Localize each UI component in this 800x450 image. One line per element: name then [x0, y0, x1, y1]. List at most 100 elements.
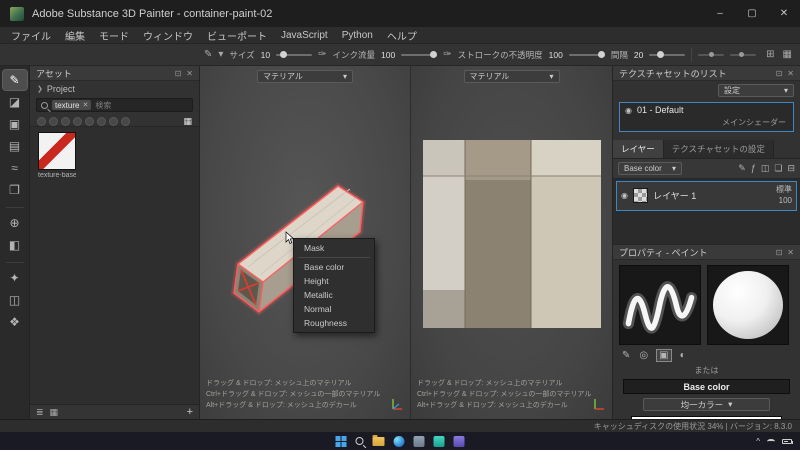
filter-brushes-icon[interactable] [85, 117, 94, 126]
quick-mask-tool-button[interactable]: ❖ [3, 312, 27, 332]
tray-chevron-icon[interactable]: ^ [756, 437, 760, 446]
menu-window[interactable]: ウィンドウ [136, 28, 200, 43]
layer-opacity[interactable]: 100 [779, 196, 792, 205]
minimize-button[interactable]: – [704, 0, 736, 27]
tab-layers[interactable]: レイヤー [613, 140, 664, 158]
menu-javascript[interactable]: JavaScript [274, 30, 335, 41]
float-panel-icon[interactable]: ⊡ [776, 69, 783, 78]
filter-all-icon[interactable] [37, 117, 46, 126]
lazy-mouse-icon[interactable]: ▦ [783, 49, 792, 60]
material-picker-tool-button[interactable]: ⊕ [3, 213, 27, 233]
filter-smart-materials-icon[interactable] [61, 117, 70, 126]
eraser-tool-button[interactable]: ◪ [3, 92, 27, 112]
context-menu-item-normal[interactable]: Normal [294, 302, 374, 316]
menu-viewport[interactable]: ビューポート [200, 28, 274, 43]
layer-blend-mode[interactable]: 標準 [776, 185, 792, 194]
close-panel-icon[interactable]: ✕ [787, 248, 794, 257]
material-settings-icon[interactable]: ◐ [680, 350, 686, 361]
stencil-tool-button[interactable]: ◫ [3, 290, 27, 310]
menu-python[interactable]: Python [335, 30, 380, 41]
close-panel-icon[interactable]: ✕ [787, 69, 794, 78]
geometry-mask-tool-button[interactable]: ◧ [3, 235, 27, 255]
delete-layer-icon[interactable]: ⊟ [787, 163, 795, 174]
visibility-eye-icon[interactable]: ◉ [625, 106, 632, 115]
smudge-tool-button[interactable]: ≈ [3, 158, 27, 178]
angle-slider[interactable] [698, 52, 725, 57]
maximize-button[interactable]: ▢ [736, 0, 768, 27]
thumbnail-view-icon[interactable]: ▦ [50, 407, 59, 418]
base-color-channel-button[interactable]: Base color [623, 379, 790, 394]
windows-start-icon[interactable] [335, 435, 347, 447]
layer-row-selected[interactable]: ◉ レイヤー 1 標準 100 [616, 181, 797, 211]
uv-texture-view[interactable] [423, 140, 601, 328]
edge-browser-icon[interactable] [393, 435, 405, 447]
brush-settings-icon[interactable]: ✎ [622, 350, 630, 361]
battery-icon[interactable] [782, 438, 793, 444]
texture-set-row[interactable]: ◉ 01 - Default [620, 103, 793, 117]
filter-alphas-icon[interactable] [97, 117, 106, 126]
viewport-2d[interactable]: マテリアル ▾ ドラッグ & ドロップ: メッシュ上のマテリアル Ctrl+ドラ… [410, 66, 612, 419]
paint-tool-button[interactable]: ✎ [1, 69, 28, 91]
stroke-opacity-slider[interactable] [568, 51, 605, 58]
context-menu-item-base-color[interactable]: Base color [294, 260, 374, 274]
clone-tool-button[interactable]: ❐ [3, 180, 27, 200]
filter-textures-icon[interactable] [109, 117, 118, 126]
wifi-icon[interactable] [767, 438, 775, 444]
assets-project-row[interactable]: ❯ Project [30, 81, 199, 97]
filter-smart-masks-icon[interactable] [73, 117, 82, 126]
material-sphere-preview[interactable] [707, 265, 789, 345]
asset-item[interactable]: texture-base [38, 132, 76, 179]
chip-clear-icon[interactable]: ✕ [82, 101, 88, 109]
close-button[interactable]: ✕ [768, 0, 800, 27]
add-effect-icon[interactable]: ƒ [751, 163, 756, 174]
add-mask-icon[interactable]: ◫ [761, 163, 770, 174]
context-menu-item-mask[interactable]: Mask [294, 241, 374, 255]
uniform-color-button[interactable]: 均一カラー ▾ [643, 398, 770, 411]
pen-pressure-size-icon[interactable]: ✑ [318, 49, 326, 60]
jitter-slider[interactable] [730, 52, 757, 57]
taskbar-search-icon[interactable] [355, 437, 364, 445]
taskbar-app-icon[interactable] [413, 435, 425, 447]
symmetry-icon[interactable]: ⊞ [766, 49, 774, 60]
polygon-fill-tool-button[interactable]: ▤ [3, 136, 27, 156]
texture-set-settings-dropdown[interactable]: 設定 ▾ [718, 84, 794, 97]
add-paint-layer-icon[interactable]: ✎ [738, 163, 746, 174]
alpha-settings-icon[interactable]: ◎ [639, 350, 648, 361]
flow-slider[interactable] [401, 51, 438, 58]
menu-mode[interactable]: モード [92, 28, 136, 43]
size-slider[interactable] [276, 51, 313, 58]
viewport-3d-display-dropdown[interactable]: マテリアル ▾ [257, 70, 353, 83]
spacing-slider[interactable] [649, 51, 686, 58]
assets-search-input[interactable]: texture ✕ 検索 [36, 98, 193, 112]
taskbar-app-icon[interactable] [453, 435, 465, 447]
menu-help[interactable]: ヘルプ [380, 28, 424, 43]
file-explorer-icon[interactable] [372, 434, 385, 446]
filter-environments-icon[interactable] [121, 117, 130, 126]
asset-thumbnail-texture-base[interactable] [38, 132, 76, 170]
channel-filter-dropdown[interactable]: Base color ▾ [618, 162, 682, 175]
pen-pressure-flow-icon[interactable]: ✑ [443, 49, 451, 60]
projection-tool-button[interactable]: ▣ [3, 114, 27, 134]
menu-edit[interactable]: 編集 [58, 28, 92, 43]
viewport-3d[interactable]: マテリアル ▾ Mask Base color Height Metallic … [200, 66, 410, 419]
menu-file[interactable]: ファイル [4, 28, 58, 43]
texture-set-selected-box[interactable]: ◉ 01 - Default メインシェーダー [619, 102, 794, 132]
float-panel-icon[interactable]: ⊡ [776, 248, 783, 257]
brush-preset-dropdown-icon[interactable]: ▾ [218, 49, 223, 60]
filter-materials-icon[interactable] [49, 117, 58, 126]
context-menu-item-height[interactable]: Height [294, 274, 374, 288]
float-panel-icon[interactable]: ⊡ [175, 69, 182, 78]
context-menu-item-roughness[interactable]: Roughness [294, 316, 374, 330]
tab-texture-set-settings[interactable]: テクスチャセットの設定 [663, 140, 774, 158]
list-view-icon[interactable]: ≣ [36, 407, 44, 418]
effects-tool-button[interactable]: ✦ [3, 268, 27, 288]
import-resources-button[interactable]: + [187, 406, 193, 418]
viewport-2d-display-dropdown[interactable]: マテリアル ▾ [463, 70, 560, 83]
add-folder-icon[interactable]: ❏ [774, 163, 782, 174]
search-filter-chip[interactable]: texture ✕ [52, 100, 92, 110]
close-panel-icon[interactable]: ✕ [186, 69, 193, 78]
layer-visibility-eye-icon[interactable]: ◉ [621, 191, 628, 200]
stencil-settings-icon[interactable]: ▣ [656, 349, 672, 362]
brush-preset-icon[interactable]: ✎ [204, 49, 212, 60]
taskbar-app-icon[interactable] [433, 435, 445, 447]
